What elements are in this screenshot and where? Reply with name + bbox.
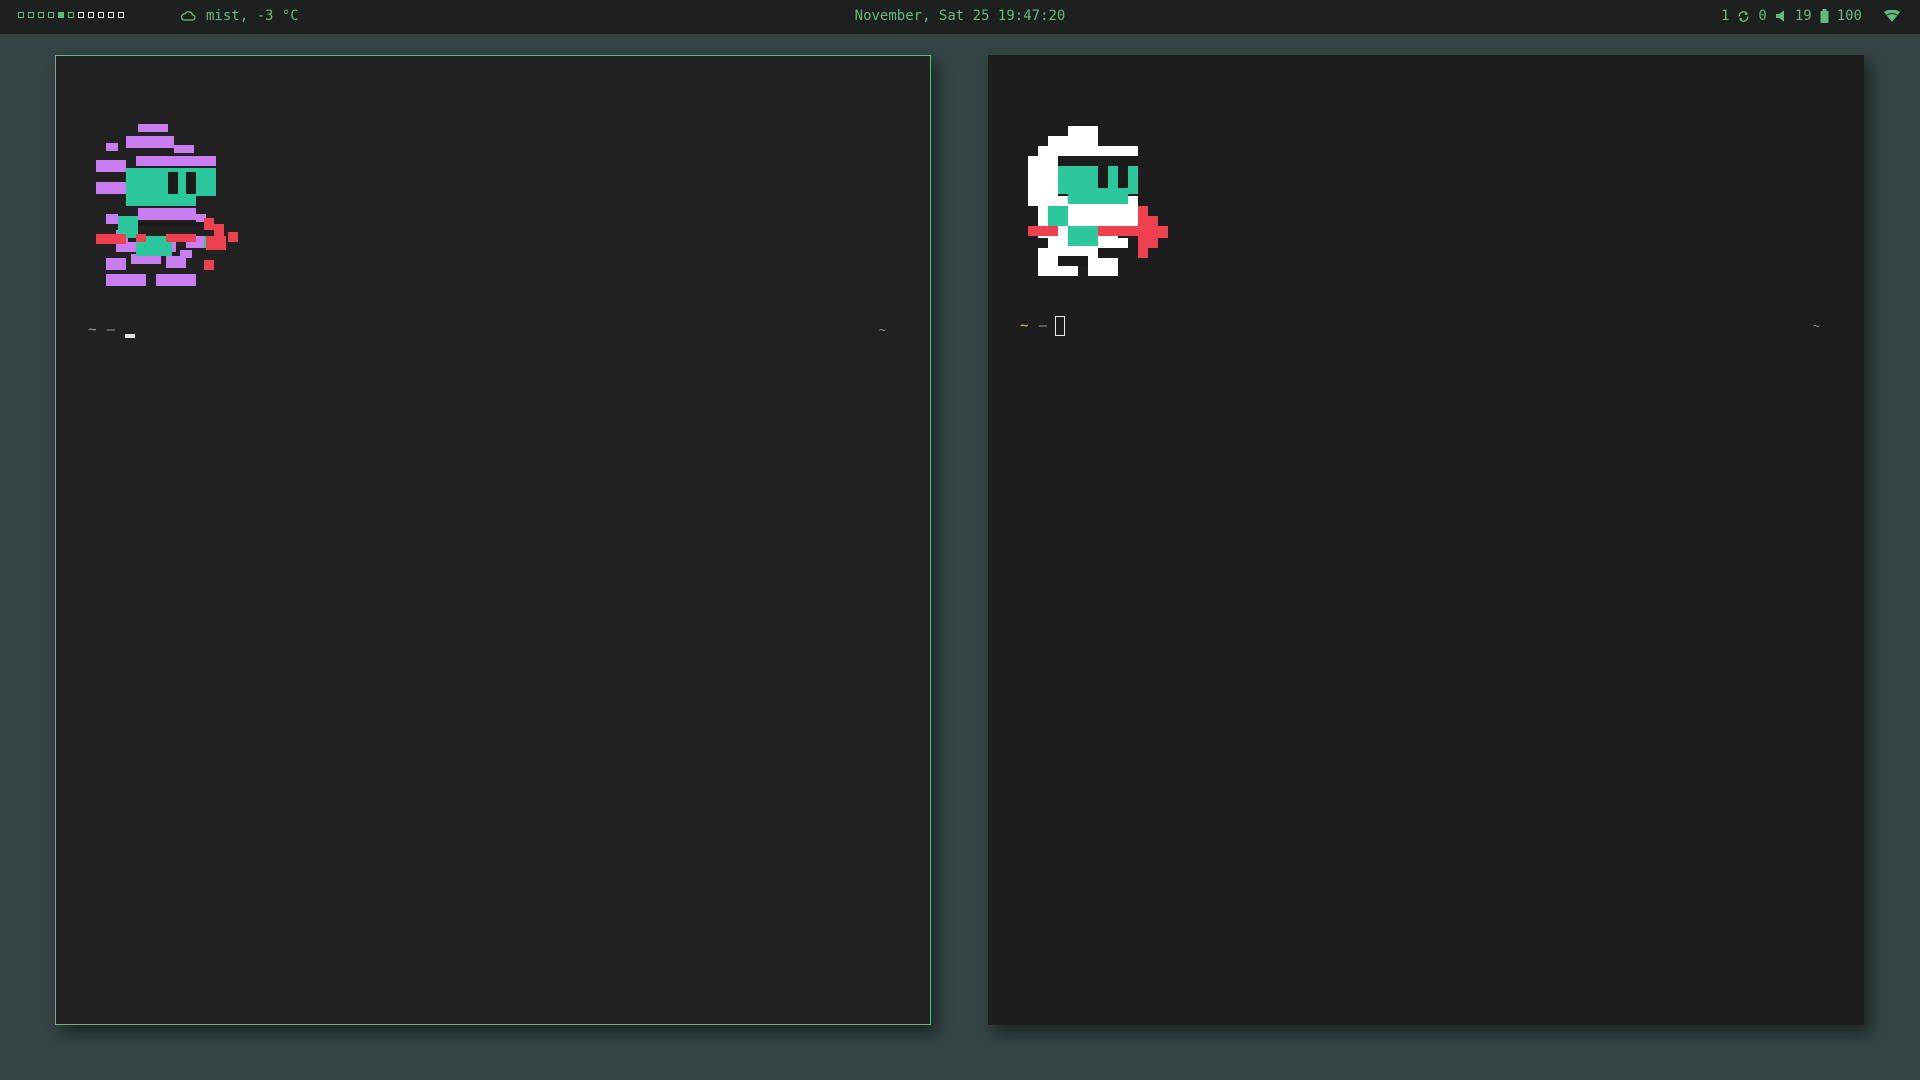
prompt-cwd: ~	[1020, 318, 1029, 334]
status-area: 1 0 19 100	[1721, 8, 1900, 24]
pixel-knight-glitch-art	[96, 124, 238, 286]
right-prompt: ~	[878, 323, 886, 337]
shell-prompt[interactable]: ~ – ~	[88, 322, 886, 338]
updates-count: 0	[1758, 8, 1767, 24]
right-prompt: ~	[1812, 319, 1820, 333]
terminal-window[interactable]: ~ – ~	[988, 55, 1864, 1025]
battery-value: 100	[1836, 8, 1862, 24]
prompt-cwd: ~	[88, 322, 97, 338]
prompt-separator: –	[1038, 318, 1047, 334]
desktop-count: 1	[1720, 8, 1730, 24]
shell-prompt[interactable]: ~ – ~	[1020, 316, 1820, 336]
speaker-icon[interactable]	[1775, 10, 1787, 22]
terminal-window-focused[interactable]: ~ – ~	[55, 55, 931, 1025]
terminal-cursor	[124, 334, 135, 338]
pixel-knight-art	[1028, 126, 1168, 276]
refresh-icon[interactable]	[1737, 10, 1750, 23]
wifi-icon[interactable]	[1884, 10, 1900, 22]
prompt-separator: –	[106, 322, 115, 338]
volume-value: 19	[1794, 8, 1812, 24]
top-bar: mist, -3 °C November, Sat 25 19:47:20 1 …	[0, 0, 1920, 34]
battery-icon[interactable]	[1820, 9, 1829, 23]
clock[interactable]: November, Sat 25 19:47:20	[0, 8, 1920, 24]
terminal-cursor	[1054, 316, 1065, 336]
